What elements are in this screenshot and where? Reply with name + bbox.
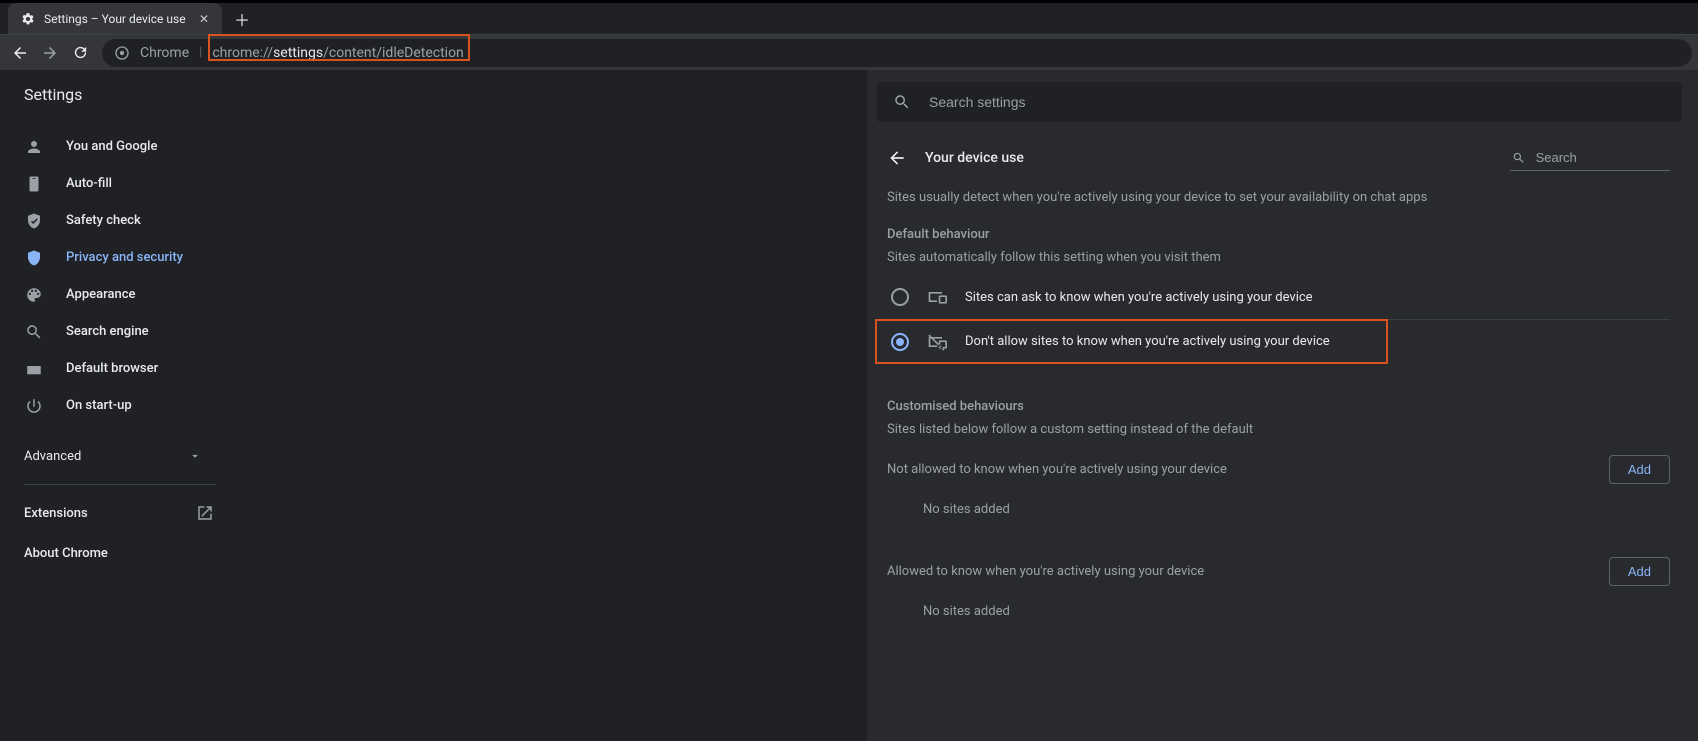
search-icon [24, 322, 44, 342]
option-block-label: Don't allow sites to know when you're ac… [965, 334, 1330, 349]
sidebar-item-label: On start-up [66, 398, 132, 413]
sidebar-item-label: You and Google [66, 139, 157, 154]
chrome-icon [114, 45, 130, 61]
settings-search[interactable] [877, 82, 1682, 122]
default-behaviour-title: Default behaviour [887, 227, 1670, 242]
sidebar-advanced-toggle[interactable]: Advanced [0, 436, 226, 476]
app-title: Settings [24, 85, 82, 104]
sidebar-item-label: Privacy and security [66, 250, 183, 265]
sidebar-item-search-engine[interactable]: Search engine [0, 313, 226, 350]
person-icon [24, 137, 44, 157]
sidebar-item-on-startup[interactable]: On start-up [0, 387, 226, 424]
address-bar[interactable]: Chrome | chrome://settings/content/idleD… [102, 39, 1692, 67]
toolbar: Chrome | chrome://settings/content/idleD… [0, 34, 1698, 70]
back-button[interactable] [6, 39, 34, 67]
clipboard-icon [24, 174, 44, 194]
default-behaviour-subtitle: Sites automatically follow this setting … [887, 250, 1670, 265]
customised-title: Customised behaviours [887, 399, 1670, 414]
allowed-label: Allowed to know when you're actively usi… [887, 564, 1204, 579]
settings-search-input[interactable] [929, 94, 1666, 110]
power-icon [24, 396, 44, 416]
option-allow-row[interactable]: Sites can ask to know when you're active… [887, 275, 1670, 319]
sidebar-item-extensions[interactable]: Extensions [0, 493, 238, 533]
chrome-label: Chrome [140, 45, 189, 61]
settings-app: Settings You and Google Auto-fill Safety… [0, 70, 1698, 741]
gear-icon [20, 11, 36, 27]
sidebar-item-label: Safety check [66, 213, 141, 228]
sidebar-item-label: Appearance [66, 287, 135, 302]
panel-description: Sites usually detect when you're activel… [887, 190, 1670, 205]
open-in-new-icon [196, 504, 214, 522]
app-header: Settings [0, 70, 866, 118]
panel-search[interactable] [1510, 146, 1670, 171]
sidebar-item-label: Auto-fill [66, 176, 112, 191]
allowed-row: Allowed to know when you're actively usi… [887, 557, 1670, 586]
customised-subtitle: Sites listed below follow a custom setti… [887, 422, 1670, 437]
reload-button[interactable] [66, 39, 94, 67]
add-allowed-button[interactable]: Add [1609, 557, 1670, 586]
sidebar-item-about[interactable]: About Chrome [0, 533, 238, 573]
sidebar-item-default-browser[interactable]: Default browser [0, 350, 226, 387]
advanced-label: Advanced [24, 449, 81, 464]
back-arrow-button[interactable] [887, 148, 907, 168]
option-allow-label: Sites can ask to know when you're active… [965, 290, 1313, 305]
about-label: About Chrome [24, 546, 108, 561]
sidebar-item-you-and-google[interactable]: You and Google [0, 128, 226, 165]
radio-unchecked[interactable] [891, 288, 909, 306]
settings-panel: Your device use Sites usually detect whe… [867, 122, 1698, 619]
sidebar-item-privacy[interactable]: Privacy and security [0, 239, 226, 276]
no-sites-not-allowed: No sites added [923, 502, 1670, 517]
panel-search-input[interactable] [1536, 150, 1668, 165]
extensions-label: Extensions [24, 506, 88, 521]
close-tab-button[interactable]: ✕ [196, 11, 212, 27]
tab-title: Settings – Your device use [44, 12, 188, 26]
shield-icon [24, 248, 44, 268]
sidebar-item-label: Default browser [66, 361, 158, 376]
new-tab-button[interactable]: ＋ [228, 5, 256, 33]
panel-header: Your device use [887, 130, 1670, 186]
browser-tab[interactable]: Settings – Your device use ✕ [8, 3, 222, 34]
sidebar-separator [24, 484, 216, 485]
chevron-down-icon [188, 449, 202, 463]
radio-checked[interactable] [891, 333, 909, 351]
option-block-row[interactable]: Don't allow sites to know when you're ac… [887, 319, 1670, 363]
devices-icon [927, 287, 947, 307]
tab-strip: Settings – Your device use ✕ ＋ [0, 3, 1698, 34]
not-allowed-label: Not allowed to know when you're actively… [887, 462, 1227, 477]
url-text: chrome://settings/content/idleDetection [212, 45, 463, 61]
sidebar-item-safety-check[interactable]: Safety check [0, 202, 226, 239]
sidebar-item-autofill[interactable]: Auto-fill [0, 165, 226, 202]
not-allowed-row: Not allowed to know when you're actively… [887, 455, 1670, 484]
forward-button[interactable] [36, 39, 64, 67]
left-pane: Settings You and Google Auto-fill Safety… [0, 70, 866, 741]
content-pane: Your device use Sites usually detect whe… [866, 70, 1698, 741]
search-icon [1512, 150, 1526, 166]
panel-title: Your device use [925, 150, 1024, 166]
customised-behaviours-section: Customised behaviours Sites listed below… [887, 399, 1670, 619]
browser-icon [24, 359, 44, 379]
sidebar: You and Google Auto-fill Safety check Pr… [0, 118, 238, 573]
palette-icon [24, 285, 44, 305]
sidebar-item-label: Search engine [66, 324, 149, 339]
add-not-allowed-button[interactable]: Add [1609, 455, 1670, 484]
shield-check-icon [24, 211, 44, 231]
search-icon [893, 93, 911, 111]
no-sites-allowed: No sites added [923, 604, 1670, 619]
sidebar-item-appearance[interactable]: Appearance [0, 276, 226, 313]
devices-off-icon [927, 332, 947, 352]
